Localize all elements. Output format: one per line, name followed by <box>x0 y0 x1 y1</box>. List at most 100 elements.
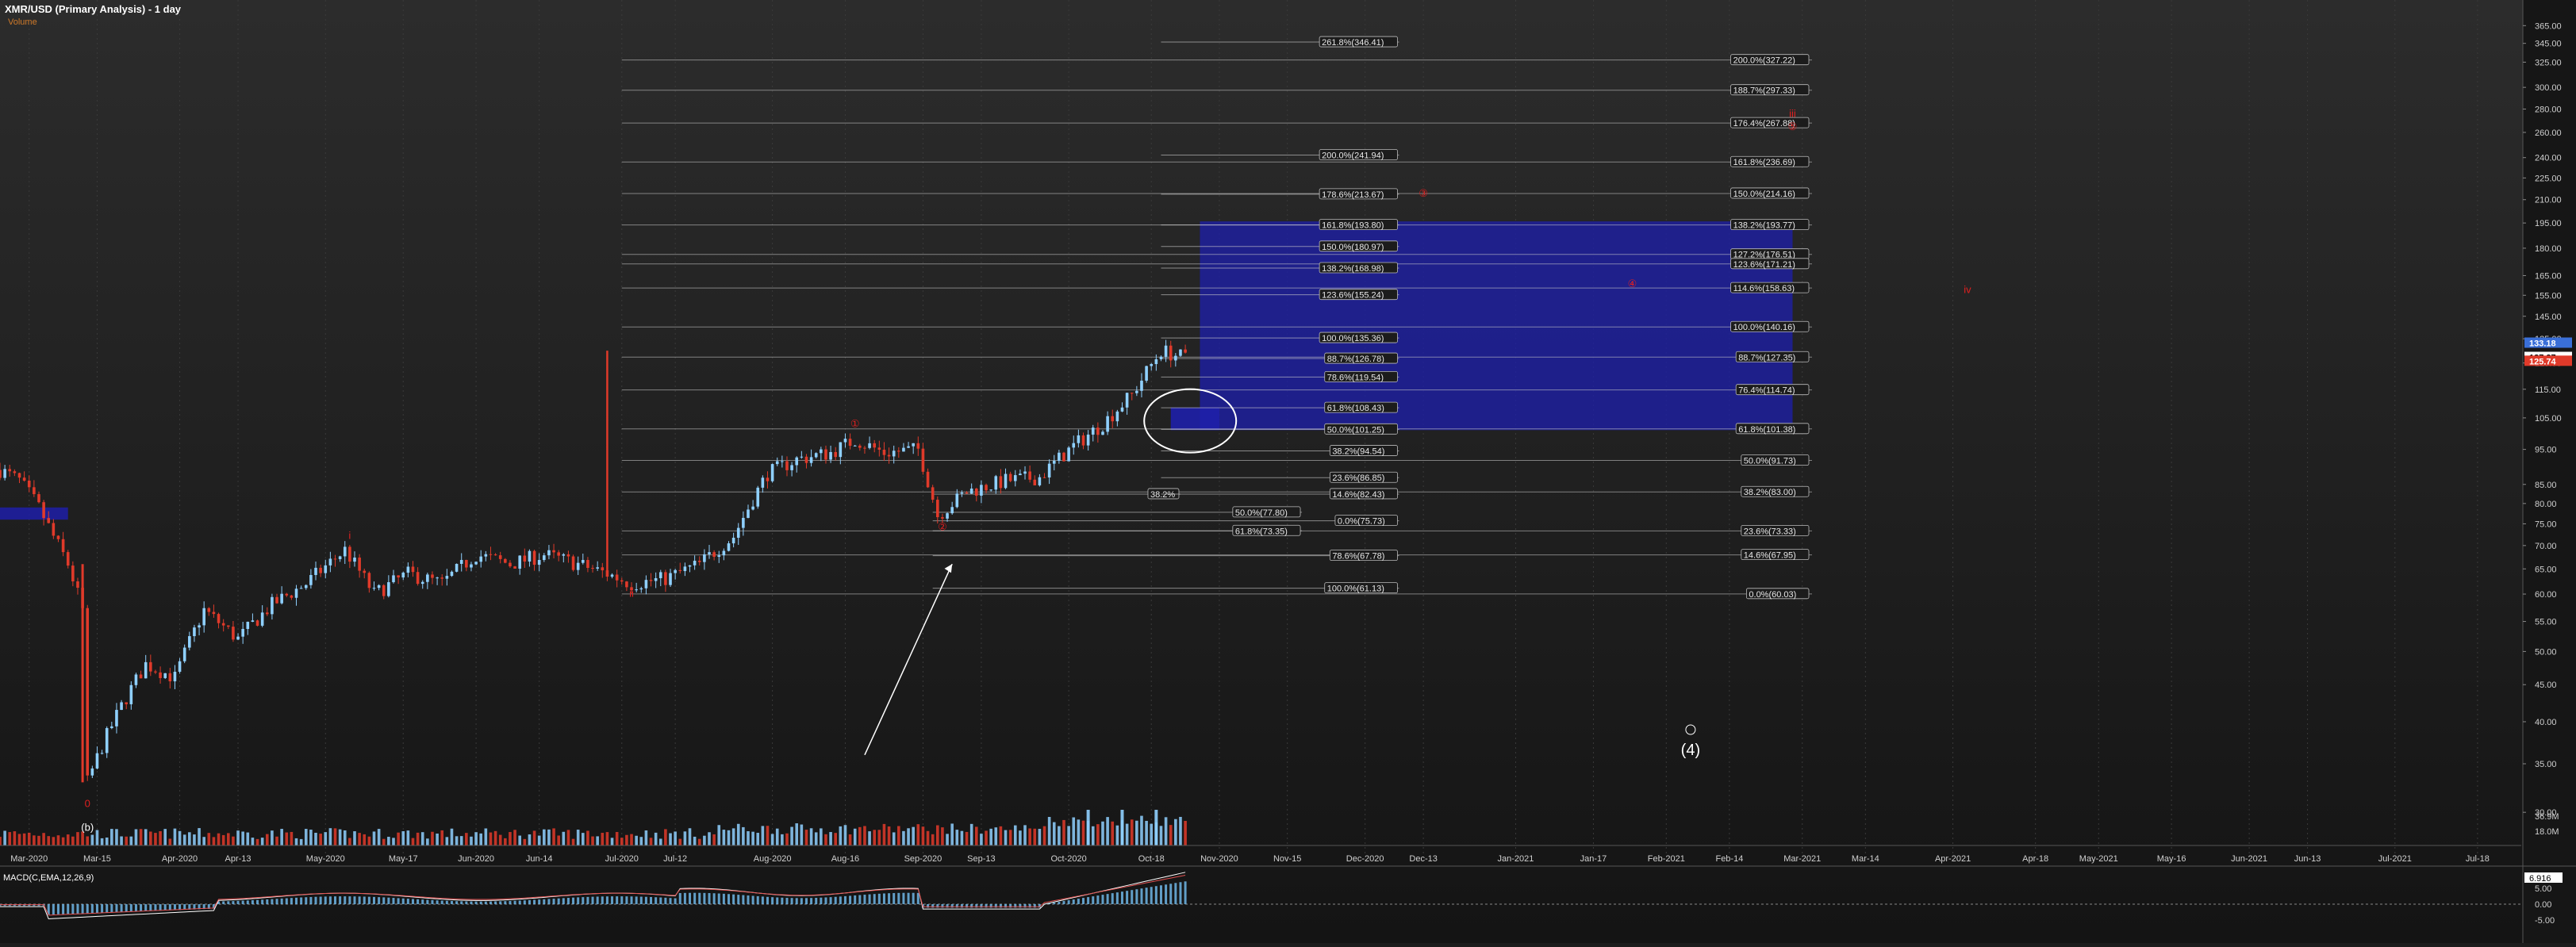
candle-body <box>47 518 51 523</box>
candle-body <box>649 580 653 581</box>
volume-bar <box>17 834 21 845</box>
macd-bar <box>1131 890 1134 904</box>
candle-body <box>13 471 17 474</box>
candle-body <box>470 564 473 568</box>
volume-bar <box>839 826 843 845</box>
candle-body <box>182 647 186 661</box>
volume-bar <box>450 828 454 845</box>
volume-bar <box>586 830 589 845</box>
y-tick-label: 240.00 <box>2535 154 2562 163</box>
x-tick-label: Feb-2021 <box>1648 854 1685 864</box>
volume-bar <box>76 832 79 845</box>
volume-bar <box>290 831 294 845</box>
macd-bar <box>605 896 608 904</box>
macd-bar <box>1087 897 1090 904</box>
candle-body <box>523 555 527 562</box>
volume-bar <box>761 826 765 845</box>
candle-body <box>90 768 94 776</box>
macd-bar <box>669 898 672 904</box>
volume-bar <box>800 824 804 845</box>
macd-bar <box>829 897 832 904</box>
macd-bar <box>1101 895 1104 904</box>
macd-bar <box>120 904 123 912</box>
macd-bar <box>271 899 274 904</box>
candle-body <box>1028 471 1031 480</box>
volume-bar <box>1081 820 1085 845</box>
candle-body <box>814 453 818 458</box>
candle-body <box>314 567 317 575</box>
macd-bar <box>1081 898 1085 904</box>
macd-bar <box>693 892 697 904</box>
retracement-label: 200.0%(327.22) <box>1733 56 1795 66</box>
y-tick-label: 60.00 <box>2535 590 2557 600</box>
volume-bar <box>343 830 347 845</box>
macd-bar <box>843 895 847 904</box>
volume-bar <box>173 828 177 845</box>
price-chart[interactable]: 365.00 345.00 325.00 300.00 280.00 260.00 240.… <box>0 0 2576 943</box>
candle-body <box>834 451 838 458</box>
extension-label: 50.0%(101.25) <box>1327 425 1384 435</box>
retracement-label: 138.2%(193.77) <box>1733 221 1795 231</box>
volume-bar <box>678 838 682 845</box>
macd-bar <box>804 898 808 904</box>
volume-bar <box>382 838 386 845</box>
candle-body <box>731 538 735 544</box>
candle-body <box>33 487 36 495</box>
volume-bar <box>304 829 308 845</box>
volume-bar <box>479 833 483 845</box>
volume-bar <box>747 830 750 845</box>
volume-bar <box>1091 826 1095 845</box>
candle-body <box>1169 345 1173 361</box>
candle-body <box>863 447 866 449</box>
candle-body <box>751 506 754 510</box>
volume-bar <box>120 836 123 845</box>
volume-bar <box>941 827 944 845</box>
y-tick-label: 75.00 <box>2535 520 2557 529</box>
macd-bar <box>86 904 89 914</box>
candle-body <box>1101 431 1104 435</box>
macd-bar <box>513 900 516 904</box>
macd-bar <box>815 897 818 904</box>
candle-body <box>1023 471 1027 474</box>
macd-bar <box>149 904 152 911</box>
candle-body <box>1120 407 1124 412</box>
volume-bar <box>877 830 881 845</box>
macd-bar <box>372 896 375 904</box>
macd-bar <box>1115 892 1119 904</box>
extension-label: 38.2% <box>1150 490 1175 500</box>
volume-bar <box>1023 825 1027 845</box>
y-tick-label: 225.00 <box>2535 174 2562 183</box>
volume-bar <box>935 825 939 845</box>
candle-body <box>212 612 216 615</box>
candle-body <box>761 477 765 488</box>
macd-bar <box>533 899 536 904</box>
y-tick-label: 345.00 <box>2535 40 2562 49</box>
candle-body <box>498 555 502 559</box>
macd-bar <box>1174 883 1177 904</box>
candle-body <box>969 488 973 494</box>
macd-bar <box>727 894 730 904</box>
candle-body <box>1091 427 1095 435</box>
candle-body <box>664 572 667 585</box>
candle-body <box>1111 416 1115 422</box>
candle-body <box>1096 427 1100 435</box>
macd-bar <box>431 899 434 904</box>
volume-bar <box>708 832 711 845</box>
macd-bar <box>650 896 653 904</box>
macd-bar <box>474 901 478 904</box>
candle-body <box>372 588 376 589</box>
macd-bar <box>616 896 619 904</box>
volume-bar <box>960 830 964 845</box>
volume-bar <box>42 833 45 845</box>
volume-bar <box>348 838 351 845</box>
volume-bar <box>863 826 866 845</box>
volume-bar <box>751 831 754 845</box>
candle-body <box>518 555 521 569</box>
volume-bar <box>1159 826 1163 845</box>
macd-axis-label: -5.00 <box>2535 916 2555 926</box>
candle-body <box>1008 474 1012 481</box>
volume-bar <box>193 834 196 845</box>
volume-bar <box>280 829 283 845</box>
macd-bar <box>712 893 716 904</box>
volume-bar <box>562 831 566 845</box>
